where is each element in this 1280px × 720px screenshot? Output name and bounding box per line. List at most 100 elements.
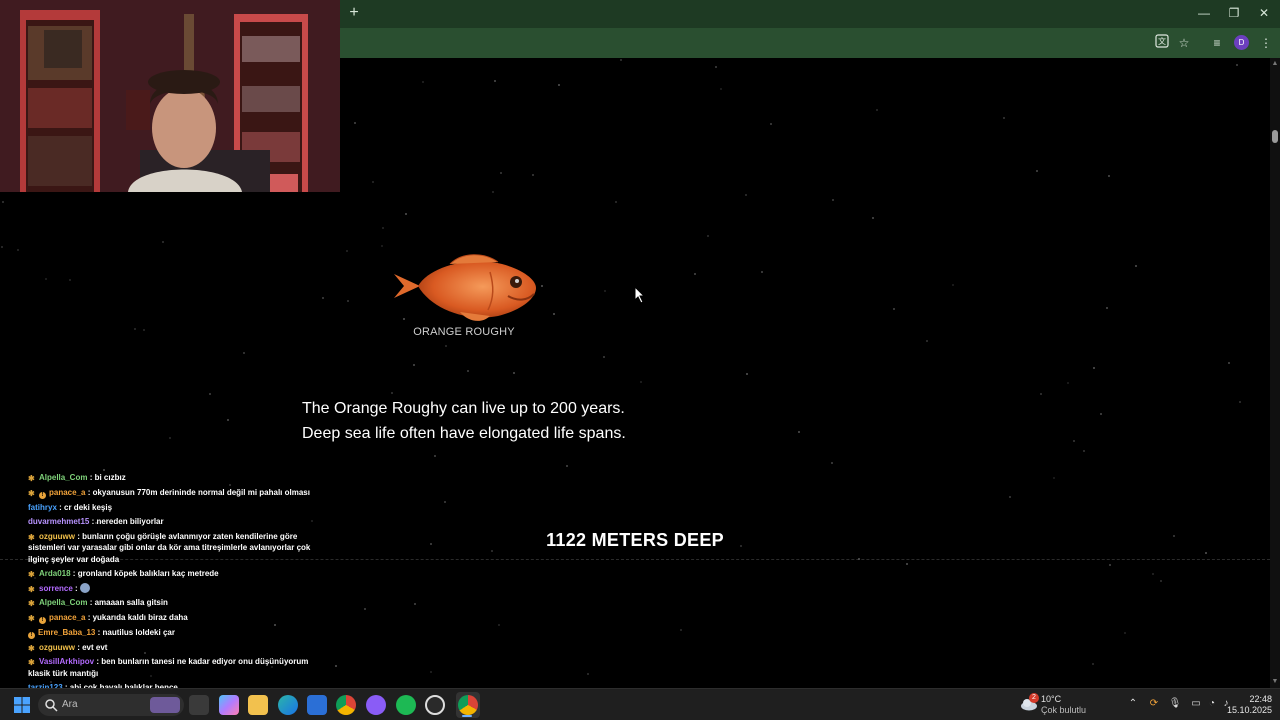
chat-text: : nautilus loldeki çar bbox=[95, 627, 175, 637]
translate-icon[interactable]: 文 bbox=[1153, 34, 1171, 52]
background-star bbox=[346, 250, 348, 252]
active-app-indicator bbox=[462, 715, 472, 717]
weather-description[interactable]: Çok bulutlu bbox=[1041, 705, 1086, 715]
microphone-icon[interactable]: 🎙 bbox=[1168, 697, 1182, 711]
background-star bbox=[491, 550, 493, 552]
chat-username[interactable]: panace_a bbox=[49, 613, 85, 622]
scrollbar-thumb[interactable] bbox=[1272, 130, 1278, 143]
fact-line: The Orange Roughy can live up to 200 yea… bbox=[302, 400, 625, 417]
discord-icon[interactable] bbox=[366, 695, 386, 715]
bookmark-star-icon[interactable]: ☆ bbox=[1175, 34, 1193, 52]
scroll-down-arrow-icon[interactable]: ▼ bbox=[1271, 678, 1279, 686]
windows-start-icon[interactable] bbox=[14, 697, 30, 713]
fact-text: The Orange Roughy can live up to 200 yea… bbox=[302, 396, 722, 446]
chat-message: ✱! panace_a : okyanusun 770m derininde no… bbox=[28, 487, 324, 499]
chat-username[interactable]: fatihryx bbox=[28, 503, 57, 512]
background-star bbox=[566, 465, 568, 467]
svg-text:文: 文 bbox=[1158, 36, 1166, 46]
display-icon[interactable]: ▭ bbox=[1189, 697, 1203, 711]
background-star bbox=[1036, 170, 1038, 172]
kebab-menu-icon[interactable]: ⋮ bbox=[1257, 34, 1275, 52]
plus-icon[interactable]: + bbox=[346, 4, 362, 22]
background-star bbox=[1073, 440, 1075, 442]
chat-username[interactable]: Alpella_Com bbox=[39, 598, 87, 607]
copilot-icon[interactable] bbox=[219, 695, 239, 715]
chat-username[interactable]: VasillArkhipov bbox=[39, 657, 94, 666]
chat-message: fatihryx : cr deki keşiş bbox=[28, 502, 324, 514]
background-star bbox=[1152, 573, 1154, 575]
chat-username[interactable]: Alpella_Com bbox=[39, 473, 87, 482]
background-star bbox=[1135, 265, 1137, 267]
depth-indicator: 1122 METERS DEEP bbox=[546, 530, 724, 550]
background-star bbox=[715, 66, 717, 68]
chat-text: : evt evt bbox=[75, 642, 108, 652]
chat-text: : cr deki keşiş bbox=[56, 502, 113, 512]
chat-overlay: ✱ Alpella_Com : bi cızbız ✱! panace_a : oky… bbox=[28, 472, 324, 688]
clock-date[interactable]: 15.10.2025 bbox=[1222, 705, 1272, 715]
background-star bbox=[1228, 362, 1230, 364]
background-star bbox=[952, 284, 954, 286]
background-star bbox=[134, 328, 136, 330]
wifi-icon[interactable]: ◔ bbox=[1205, 697, 1219, 711]
store-icon[interactable] bbox=[307, 695, 327, 715]
chat-message: ✱ ozguuww : bunların çoğu görüşle avlanmı… bbox=[28, 531, 324, 566]
subscriber-badge-icon: ✱ bbox=[28, 570, 35, 579]
background-star bbox=[162, 241, 164, 243]
background-star bbox=[694, 273, 696, 275]
background-star bbox=[720, 88, 722, 90]
chat-message: ✱ ozguuww : evt evt bbox=[28, 642, 324, 654]
background-star bbox=[770, 123, 772, 125]
background-star bbox=[45, 278, 47, 280]
background-star bbox=[707, 235, 709, 237]
background-star bbox=[209, 393, 211, 395]
background-star bbox=[640, 381, 642, 383]
chrome-icon[interactable] bbox=[336, 695, 356, 715]
chat-username[interactable]: Emre_Baba_13 bbox=[38, 628, 95, 637]
chat-username[interactable]: ozguuww bbox=[39, 643, 75, 652]
background-star bbox=[405, 213, 407, 215]
background-star bbox=[381, 245, 383, 247]
obs-icon[interactable] bbox=[425, 695, 445, 715]
background-star bbox=[1239, 401, 1241, 403]
scroll-up-arrow-icon[interactable]: ▲ bbox=[1271, 60, 1279, 68]
folder-icon[interactable] bbox=[248, 695, 268, 715]
search-placeholder: Ara bbox=[62, 699, 78, 710]
background-star bbox=[831, 462, 833, 464]
background-star bbox=[1083, 450, 1085, 452]
spotify-icon[interactable] bbox=[396, 695, 416, 715]
subscriber-badge-icon: ✱ bbox=[28, 599, 35, 608]
chat-text: : amaaan salla gitsin bbox=[87, 598, 168, 607]
background-star bbox=[413, 364, 415, 366]
search-icon bbox=[44, 698, 58, 712]
background-star bbox=[761, 271, 763, 273]
background-star bbox=[872, 217, 874, 219]
file-explorer-icon[interactable] bbox=[189, 695, 209, 715]
background-star bbox=[603, 356, 605, 358]
clock-time[interactable]: 22:48 bbox=[1232, 694, 1272, 704]
subscriber-badge-icon: ✱ bbox=[28, 613, 35, 623]
chat-username[interactable]: sorrence bbox=[39, 584, 73, 593]
weather-alert-badge: 2 bbox=[1029, 693, 1039, 703]
chat-text: : bi cızbız bbox=[87, 473, 126, 482]
chat-message: ✱! panace_a : yukarıda kaldı biraz daha bbox=[28, 612, 324, 624]
chat-username[interactable]: Arda018 bbox=[39, 569, 71, 578]
chat-username[interactable]: ozguuww bbox=[39, 532, 75, 541]
chat-username[interactable]: panace_a bbox=[49, 488, 85, 497]
minimize-icon[interactable]: — bbox=[1190, 4, 1218, 22]
background-star bbox=[832, 199, 834, 201]
tab-search-icon[interactable]: ≡ bbox=[1208, 34, 1226, 52]
weather-temperature[interactable]: 10°C bbox=[1041, 694, 1061, 704]
profile-avatar[interactable]: D bbox=[1234, 35, 1249, 50]
chevron-up-icon[interactable]: ⌃ bbox=[1126, 697, 1140, 711]
edge-icon[interactable] bbox=[278, 695, 298, 715]
chrome-profile-icon[interactable] bbox=[458, 695, 478, 715]
close-icon[interactable]: ✕ bbox=[1250, 4, 1278, 22]
page-scrollbar[interactable] bbox=[1270, 58, 1280, 688]
chat-message: ✱ VasillArkhipov : ben bunların tanesi ne… bbox=[28, 656, 324, 679]
sync-icon[interactable]: ⟳ bbox=[1147, 697, 1161, 711]
restore-icon[interactable]: ❐ bbox=[1220, 4, 1248, 22]
background-star bbox=[347, 300, 349, 302]
chat-username[interactable]: duvarmehmet15 bbox=[28, 517, 89, 526]
background-star bbox=[372, 181, 374, 183]
background-star bbox=[430, 543, 432, 545]
